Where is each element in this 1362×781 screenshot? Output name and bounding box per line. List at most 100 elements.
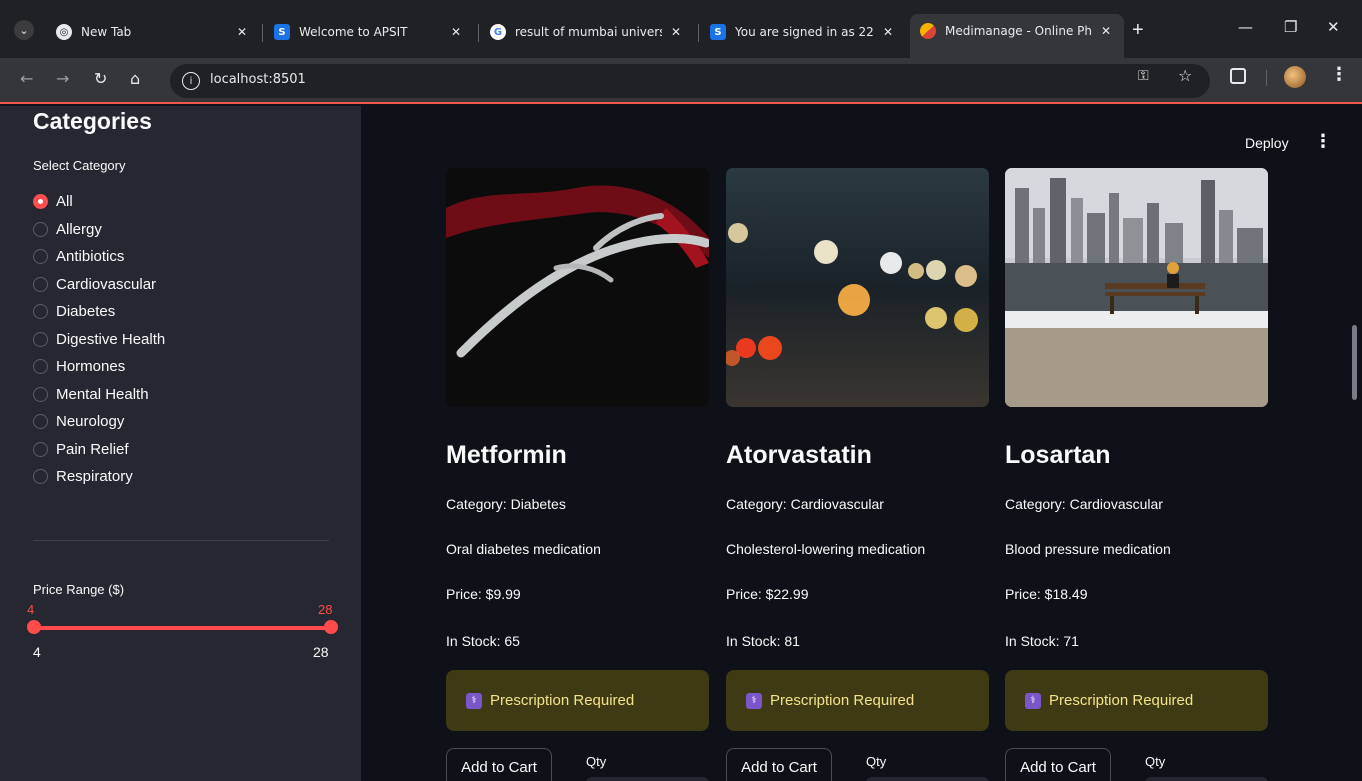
product-description: Cholesterol-lowering medication xyxy=(726,541,926,557)
radio-icon xyxy=(33,414,48,430)
category-option-pain-relief[interactable]: Pain Relief xyxy=(33,436,165,464)
profile-avatar[interactable] xyxy=(1284,66,1306,88)
radio-icon xyxy=(33,304,48,320)
product-price: Price: $9.99 xyxy=(446,586,521,602)
slider-max-value: 28 xyxy=(318,602,333,617)
minimize-icon[interactable]: — xyxy=(1238,18,1253,36)
tab-medimanage[interactable]: Medimanage - Online Ph ✕ xyxy=(910,14,1124,58)
tab-title: New Tab xyxy=(81,25,132,39)
qty-input[interactable] xyxy=(586,777,709,781)
radio-icon xyxy=(33,331,48,347)
tab-title: Welcome to APSIT xyxy=(299,25,408,39)
product-stock: In Stock: 65 xyxy=(446,633,520,649)
chrome-icon: ◎ xyxy=(56,24,72,40)
close-icon[interactable]: ✕ xyxy=(668,25,684,39)
scrollbar[interactable] xyxy=(1352,325,1357,400)
google-icon: G xyxy=(490,24,506,40)
close-icon[interactable]: ✕ xyxy=(234,25,250,39)
s-icon: S xyxy=(274,24,290,40)
tab-title: You are signed in as 2210 xyxy=(735,25,874,39)
password-key-icon[interactable]: ⚿ xyxy=(1138,67,1149,84)
category-option-hormones[interactable]: Hormones xyxy=(33,353,165,381)
price-slider-track[interactable] xyxy=(33,626,331,630)
category-option-allergy[interactable]: Allergy xyxy=(33,216,165,244)
category-option-respiratory[interactable]: Respiratory xyxy=(33,463,165,491)
price-slider-min-handle[interactable] xyxy=(27,620,41,634)
product-image xyxy=(446,168,709,407)
tab-separator xyxy=(478,24,479,42)
product-name: Atorvastatin xyxy=(726,441,872,469)
tab-separator xyxy=(698,24,699,42)
add-to-cart-button[interactable]: Add to Cart xyxy=(1005,748,1111,781)
qty-input[interactable] xyxy=(866,777,989,781)
category-option-antibiotics[interactable]: Antibiotics xyxy=(33,243,165,271)
toolbar-separator xyxy=(1266,70,1267,86)
product-name: Metformin xyxy=(446,441,567,469)
qty-label: Qty xyxy=(866,754,887,769)
product-price: Price: $22.99 xyxy=(726,586,809,602)
medical-symbol-icon: ⚕ xyxy=(746,692,762,709)
category-option-neurology[interactable]: Neurology xyxy=(33,408,165,436)
sidebar-divider xyxy=(33,540,329,541)
close-icon[interactable]: ✕ xyxy=(1098,24,1114,38)
category-option-cardiovascular[interactable]: Cardiovascular xyxy=(33,271,165,299)
category-option-mental-health[interactable]: Mental Health xyxy=(33,381,165,409)
window-close-icon[interactable]: ✕ xyxy=(1327,18,1340,36)
close-icon[interactable]: ✕ xyxy=(880,25,896,39)
medical-symbol-icon: ⚕ xyxy=(1025,692,1041,709)
address-bar[interactable]: i localhost:8501 xyxy=(170,64,1210,98)
forward-arrow-icon[interactable]: → xyxy=(56,69,69,88)
tab-apsit[interactable]: S Welcome to APSIT ✕ xyxy=(264,16,474,48)
radio-selected-icon xyxy=(33,194,48,210)
bookmark-star-icon[interactable]: ☆ xyxy=(1178,66,1192,86)
reload-icon[interactable]: ↻ xyxy=(94,69,107,88)
main-menu-icon[interactable]: ⋮ xyxy=(1314,131,1332,152)
category-radio-group: All Allergy Antibiotics Cardiovascular D… xyxy=(33,188,165,491)
product-category: Category: Diabetes xyxy=(446,496,566,512)
product-card-losartan: Losartan Category: Cardiovascular Blood … xyxy=(1005,168,1268,781)
slider-min-value: 4 xyxy=(27,602,35,617)
add-to-cart-button[interactable]: Add to Cart xyxy=(726,748,832,781)
category-option-digestive-health[interactable]: Digestive Health xyxy=(33,326,165,354)
product-description: Blood pressure medication xyxy=(1005,541,1171,557)
deploy-button[interactable]: Deploy xyxy=(1245,135,1289,151)
radio-icon xyxy=(33,441,48,457)
site-info-icon[interactable]: i xyxy=(182,72,200,90)
tab-new-tab[interactable]: ◎ New Tab ✕ xyxy=(46,16,260,48)
browser-menu-icon[interactable]: ⋮ xyxy=(1330,64,1348,85)
back-arrow-icon[interactable]: ← xyxy=(20,69,33,88)
browser-toolbar: ← → ↻ ⌂ i localhost:8501 xyxy=(0,58,1362,104)
category-option-diabetes[interactable]: Diabetes xyxy=(33,298,165,326)
tab-separator xyxy=(262,24,263,42)
product-image xyxy=(726,168,989,407)
url-text: localhost:8501 xyxy=(210,72,306,87)
tab-signed-in[interactable]: S You are signed in as 2210 ✕ xyxy=(700,16,906,48)
price-slider-max-handle[interactable] xyxy=(324,620,338,634)
product-category: Category: Cardiovascular xyxy=(1005,496,1163,512)
extensions-puzzle-icon[interactable] xyxy=(1230,68,1246,84)
sidebar-heading: Categories xyxy=(33,108,152,134)
close-icon[interactable]: ✕ xyxy=(448,25,464,39)
radio-icon xyxy=(33,386,48,402)
restore-icon[interactable]: ❐ xyxy=(1284,18,1297,36)
tab-google-result[interactable]: G result of mumbai univers ✕ xyxy=(480,16,694,48)
radio-icon xyxy=(33,221,48,237)
tab-title: Medimanage - Online Ph xyxy=(945,24,1092,38)
radio-icon xyxy=(33,359,48,375)
new-tab-plus-icon[interactable]: + xyxy=(1132,19,1144,42)
qty-label: Qty xyxy=(1145,754,1166,769)
product-image xyxy=(1005,168,1268,407)
tab-search-chevron-icon[interactable]: ⌄ xyxy=(14,20,34,40)
slider-max-tick: 28 xyxy=(313,644,329,660)
product-stock: In Stock: 81 xyxy=(726,633,800,649)
category-option-all[interactable]: All xyxy=(33,188,165,216)
qty-label: Qty xyxy=(586,754,607,769)
product-price: Price: $18.49 xyxy=(1005,586,1088,602)
product-stock: In Stock: 71 xyxy=(1005,633,1079,649)
add-to-cart-button[interactable]: Add to Cart xyxy=(446,748,552,781)
product-category: Category: Cardiovascular xyxy=(726,496,884,512)
prescription-required-alert: ⚕ Prescription Required xyxy=(1005,670,1268,731)
home-icon[interactable]: ⌂ xyxy=(130,69,140,88)
prescription-required-alert: ⚕ Prescription Required xyxy=(446,670,709,731)
qty-input[interactable] xyxy=(1145,777,1268,781)
